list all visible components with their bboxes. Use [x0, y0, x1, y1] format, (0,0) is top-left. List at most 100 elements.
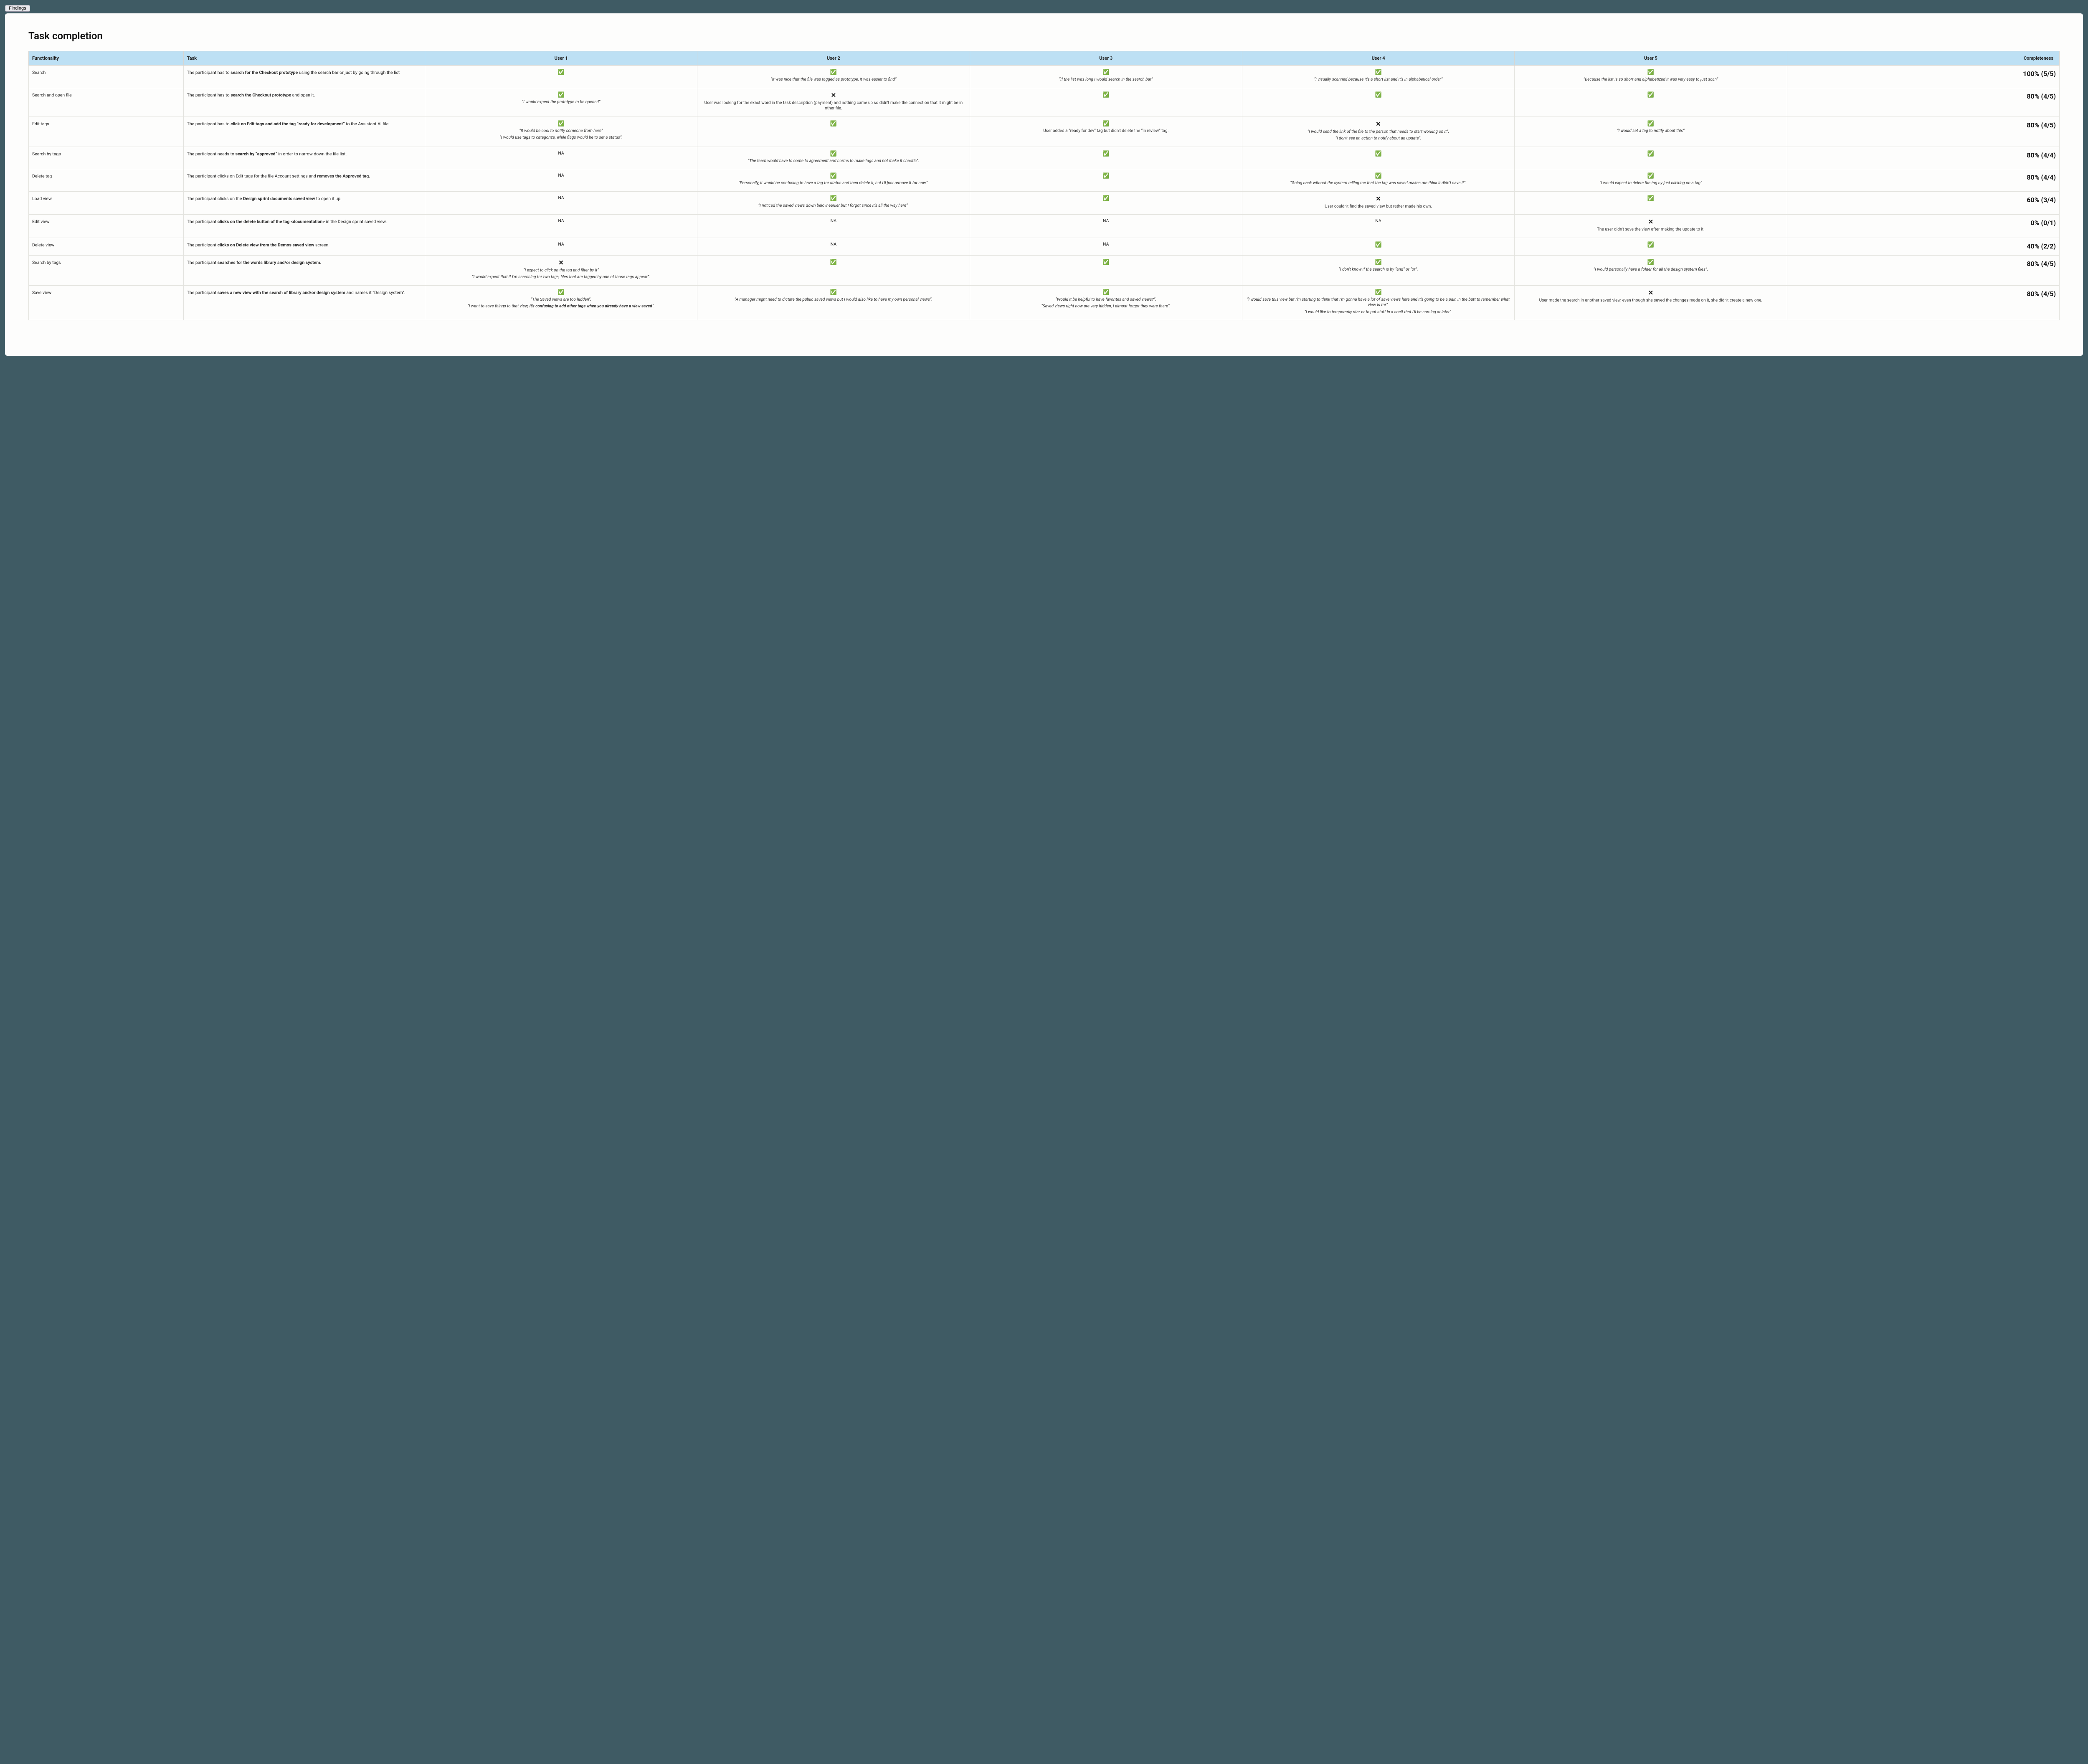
task-cell: The participant saves a new view with th… [183, 285, 425, 320]
user-note: “It was nice that the file was tagged as… [701, 77, 966, 83]
task-cell: The participant clicks on the delete but… [183, 215, 425, 238]
user-note: “Because the list is so short and alphab… [1518, 77, 1783, 83]
na-label: NA [973, 219, 1239, 223]
user-note: “I would expect to delete the tag by jus… [1518, 180, 1783, 186]
check-icon: ✅ [428, 92, 694, 98]
na-label: NA [428, 151, 694, 156]
user-note: The user didn't save the view after maki… [1518, 227, 1783, 233]
user-note: User couldn't find the saved view but ra… [1246, 204, 1511, 210]
completeness-cell: 60% (3/4) [1787, 191, 2059, 215]
task-cell: The participant has to click on Edit tag… [183, 117, 425, 147]
check-icon: ✅ [1518, 121, 1783, 127]
table-row: Edit viewThe participant clicks on the d… [29, 215, 2060, 238]
th-user2: User 2 [697, 51, 970, 66]
th-user3: User 3 [970, 51, 1242, 66]
user-cell: ✅ [1242, 238, 1514, 255]
task-cell: The participant needs to search by “appr… [183, 147, 425, 169]
completeness-value: 80% (4/5) [2027, 92, 2056, 100]
user-cell: ✅User added a “ready for dev” tag but di… [970, 117, 1242, 147]
user-cell: ✅“It was nice that the file was tagged a… [697, 66, 970, 88]
user-note: User added a “ready for dev” tag but did… [973, 128, 1239, 134]
user-cell: ✅ [970, 191, 1242, 215]
check-icon: ✅ [1246, 290, 1511, 295]
user-cell: ✅ “I would save this view but I'm startin… [1242, 285, 1514, 320]
check-icon: ✅ [1518, 260, 1783, 265]
user-note: “I would save this view but I'm starting… [1246, 297, 1511, 308]
cross-icon: ✕ [428, 260, 694, 266]
functionality-cell: Search and open file [29, 88, 184, 117]
check-icon: ✅ [428, 290, 694, 295]
user-note: “Would it be helpful to have favorites a… [973, 297, 1239, 303]
task-cell: The participant searches for the words l… [183, 255, 425, 285]
user-note: “I would expect the prototype to be open… [428, 99, 694, 105]
user-note: “I would set a tag to notify about this” [1518, 128, 1783, 134]
table-row: Search and open fileThe participant has … [29, 88, 2060, 117]
task-cell: The participant clicks on the Design spr… [183, 191, 425, 215]
task-completion-table: Functionality Task User 1 User 2 User 3 … [28, 51, 2060, 320]
cross-icon: ✕ [1246, 121, 1511, 127]
completeness-cell: 80% (4/4) [1787, 147, 2059, 169]
user-note: “I don't know if the search is by “and” … [1246, 267, 1511, 273]
user-note: “I would expect that if I'm searching fo… [428, 274, 694, 280]
na-label: NA [428, 196, 694, 200]
user-cell: NA [425, 215, 697, 238]
table-row: Search by tagsThe participant needs to s… [29, 147, 2060, 169]
user-cell: ✅ [1515, 88, 1787, 117]
user-cell: ✅ [970, 147, 1242, 169]
user-note: “I noticed the saved views down below ea… [701, 203, 966, 209]
user-cell: NA [425, 238, 697, 255]
page-container: Task completion Functionality Task User … [5, 13, 2083, 356]
check-icon: ✅ [1518, 151, 1783, 157]
user-cell: ✅ [970, 169, 1242, 192]
findings-tab[interactable]: Findings [5, 5, 30, 12]
user-note: “I don't see an action to notify about a… [1246, 136, 1511, 142]
user-cell: ✅“I noticed the saved views down below e… [697, 191, 970, 215]
user-cell: ✅“I don't know if the search is by “and”… [1242, 255, 1514, 285]
check-icon: ✅ [973, 92, 1239, 98]
check-icon: ✅ [1246, 92, 1511, 98]
user-cell: ✅ [697, 255, 970, 285]
check-icon: ✅ [1518, 196, 1783, 201]
user-cell: ✅ “Would it be helpful to have favorites … [970, 285, 1242, 320]
table-row: Load viewThe participant clicks on the D… [29, 191, 2060, 215]
na-label: NA [701, 219, 966, 223]
user-cell: ✅“It would be cool to notify someone fro… [425, 117, 697, 147]
user-note: “Going back without the system telling m… [1246, 180, 1511, 186]
completeness-value: 80% (4/5) [2027, 290, 2056, 298]
functionality-cell: Load view [29, 191, 184, 215]
user-cell: ✅ “A manager might need to dictate the pu… [697, 285, 970, 320]
check-icon: ✅ [1518, 242, 1783, 248]
completeness-cell: 80% (4/5) [1787, 117, 2059, 147]
table-row: Delete viewThe participant clicks on Del… [29, 238, 2060, 255]
user-note: “Saved views right now are very hidden, … [973, 304, 1239, 309]
user-cell: ✅ [970, 255, 1242, 285]
check-icon: ✅ [1246, 173, 1511, 179]
user-cell: ✅ [1515, 147, 1787, 169]
completeness-value: 100% (5/5) [2023, 70, 2056, 78]
user-cell: ✕“I expect to click on the tag and filte… [425, 255, 697, 285]
user-note: “Personally, it would be confusing to ha… [701, 180, 966, 186]
check-icon: ✅ [1246, 151, 1511, 157]
user-note: User was looking for the exact word in t… [701, 100, 966, 112]
user-note: “A manager might need to dictate the pub… [701, 297, 966, 303]
check-icon: ✅ [428, 70, 694, 75]
user-cell: NA [697, 238, 970, 255]
user-cell: ✅ [1242, 147, 1514, 169]
table-row: Search by tagsThe participant searches f… [29, 255, 2060, 285]
na-label: NA [701, 242, 966, 247]
user-cell: ✅“I would expect the prototype to be ope… [425, 88, 697, 117]
check-icon: ✅ [701, 290, 966, 295]
user-cell: ✅ [1242, 88, 1514, 117]
functionality-cell: Search by tags [29, 147, 184, 169]
functionality-cell: Delete view [29, 238, 184, 255]
check-icon: ✅ [973, 290, 1239, 295]
completeness-cell: 80% (4/5) [1787, 255, 2059, 285]
user-note: “I would personally have a folder for al… [1518, 267, 1783, 273]
completeness-cell: 0% (0/1) [1787, 215, 2059, 238]
table-row: SearchThe participant has to search for … [29, 66, 2060, 88]
user-note: “I would use tags to categorize, while f… [428, 135, 694, 141]
check-icon: ✅ [428, 121, 694, 127]
user-note: “I would send the link of the file to th… [1246, 129, 1511, 135]
user-cell: NA [425, 169, 697, 192]
task-cell: The participant clicks on Delete view fr… [183, 238, 425, 255]
